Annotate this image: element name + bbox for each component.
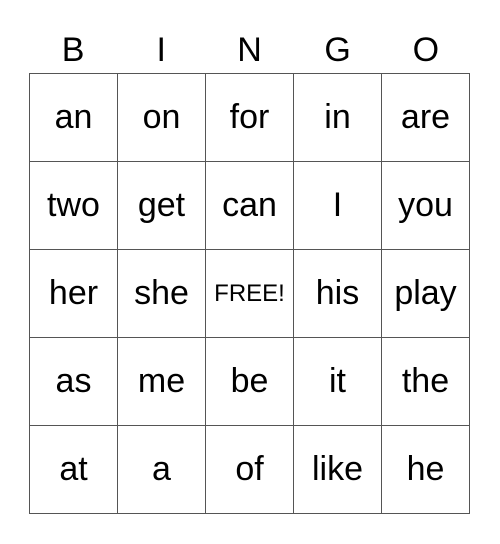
bingo-cell: like [294,426,382,514]
bingo-cell: at [30,426,118,514]
bingo-cell: the [382,338,470,426]
bingo-cell: she [118,250,206,338]
header-letter-n: N [237,31,262,69]
bingo-cell: it [294,338,382,426]
header-letter-b: B [61,31,85,69]
bingo-cell: two [30,162,118,250]
bingo-cell: you [382,162,470,250]
bingo-cell: in [294,74,382,162]
bingo-cell: get [118,162,206,250]
bingo-cell: her [30,250,118,338]
bingo-cell: he [382,426,470,514]
free-space-cell: FREE! [206,250,294,338]
bingo-cell: play [382,250,470,338]
bingo-cell: can [206,162,294,250]
bingo-cell: are [382,74,470,162]
bingo-cell: an [30,74,118,162]
bingo-cell: be [206,338,294,426]
bingo-cell: as [30,338,118,426]
bingo-cell: his [294,250,382,338]
bingo-grid: an on for in are two get can I you her s… [29,73,470,514]
bingo-cell: I [294,162,382,250]
header-letter-g: G [324,31,351,69]
bingo-cell: on [118,74,206,162]
bingo-cell: of [206,426,294,514]
bingo-cell: a [118,426,206,514]
bingo-cell: for [206,74,294,162]
header-letter-o: O [412,31,440,69]
bingo-header: B I N G O [29,28,471,72]
bingo-cell: me [118,338,206,426]
header-letter-i: I [156,31,166,69]
